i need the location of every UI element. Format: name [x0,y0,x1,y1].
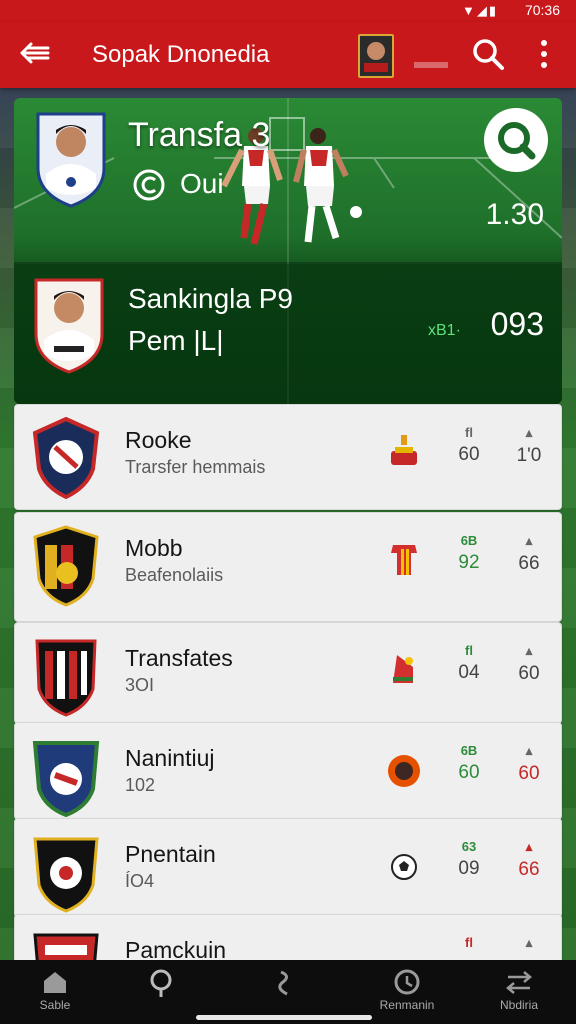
stat-label: ▴ [525,533,533,548]
stat-column-2: ▴ 60 [509,643,549,685]
jersey-icon [391,545,417,575]
stat-label: ▴ [525,425,533,440]
stat-label: fl [465,425,473,440]
clock-icon [394,969,420,995]
club-subtitle: Beafenolaiis [125,565,224,585]
club-crest-icon [33,525,99,607]
stat-value: 04 [458,662,480,683]
player-portrait [34,278,104,374]
nav-item-renmanin[interactable]: Renmanin [362,968,452,1012]
featured-title: Transfa 3 [128,116,271,154]
featured-search-button[interactable] [484,108,548,172]
stat-column-1: fl [447,935,491,950]
nav-label: Nbdiria [499,998,538,1012]
stat-column-2: ▴ 1'0 [509,425,549,467]
club-subtitle: 3ОІ [125,675,155,695]
stat-value: 60 [458,762,480,783]
back-arrow-icon[interactable] [18,36,52,70]
stat-label: 6B [460,743,478,758]
stat-column-2: ▴ 60 [509,743,549,785]
signal-icons: ▼◢▮ [461,3,498,18]
stat-value: 60 [518,763,540,784]
club-crest-icon [32,417,100,499]
club-crest-icon [35,639,97,717]
club-subtitle: ÍO4 [125,871,155,891]
club-crest-icon [33,837,99,913]
trophy-icon [391,435,417,465]
stat-label: fl [465,643,473,658]
home-icon [44,972,66,993]
stat-label: ▴ [525,935,533,950]
nav-item-search[interactable] [116,968,206,1000]
featured-line1: Sankingla P9 [128,283,294,314]
search-icon[interactable] [470,36,506,72]
stat-value: 09 [458,858,480,879]
swap-icon [506,971,532,994]
list-item[interactable]: Pnentain ÍO4 63 09 ▴ 66 [14,818,562,918]
list-item[interactable]: Mobb Beafenolaiis 6B 92 ▴ 66 [14,512,562,622]
featured-transfer-card[interactable]: Transfa 3 Oui 1.30 Sankingla P9 Pem |L| … [14,98,562,404]
club-subtitle: Trarsfer hemmais [125,457,266,477]
stat-label: 63 [461,839,477,854]
stat-column-1: fl 60 [447,425,491,466]
status-bar: ▼◢▮ 70:36 [0,0,576,22]
club-crest-icon [32,741,100,817]
stat-label: ▴ [525,643,533,658]
crest-caption-bar [414,62,448,68]
stat-value: 92 [458,552,480,573]
club-name: Pnentain [125,841,216,867]
stat-column-2: ▴ [509,935,549,951]
player-portrait [36,112,106,208]
stat-column-1: fl 04 [447,643,491,684]
team-crest-icon[interactable] [358,34,394,78]
list-item[interactable]: Nanintiuj 102 6B 60 ▴ 60 [14,722,562,820]
stat-label: ▴ [525,839,533,854]
football-icon [350,206,362,218]
club-name: Transfates [125,645,233,671]
stat-label: ▴ [525,743,533,758]
stat-column-1: 6B 92 [447,533,491,574]
stat-value: 60 [458,444,480,465]
list-item[interactable]: Rooke Trarsfer hemmais fl 60 ▴ 1'0 [14,404,562,510]
club-name: Rooke [125,427,192,453]
app-bar: Sopak Dnonedia [0,22,576,88]
featured-value: 1.30 [485,198,544,231]
stat-value: 60 [518,663,540,684]
stat-value: 66 [518,859,540,880]
search-pin-icon [150,969,172,997]
nav-item-home[interactable]: Sable [10,968,100,1012]
featured-player-name: Sankingla P9 Pem |L| [128,278,293,362]
stat-label: 6B [460,533,478,548]
search-icon [498,122,536,160]
stat-column-2: ▴ 66 [509,533,549,575]
nav-label: Renmanin [379,998,435,1012]
club-name: Mobb [125,535,183,561]
club-subtitle: 102 [125,775,156,795]
stat-value: 66 [518,553,540,574]
stat-value: 1'0 [516,445,542,466]
featured-line2: Pem |L| [128,325,224,356]
stat-column-1: 6B 60 [447,743,491,784]
featured-value-2: 093 [490,306,544,342]
nav-item-nbdiria[interactable]: Nbdiria [474,968,564,1012]
list-item[interactable]: Transfates 3ОІ fl 04 ▴ 60 [14,622,562,724]
nav-item-transfers[interactable] [240,968,330,1000]
home-indicator[interactable] [196,1015,372,1020]
status-time: 70:36 [524,2,560,18]
stat-column-2: ▴ 66 [509,839,549,881]
football-icon [391,854,417,880]
more-options-icon[interactable] [536,38,552,70]
flag-icon [393,655,413,683]
stat-column-1: 63 09 [447,839,491,880]
featured-tag: xB1· [428,322,461,339]
transfer-icon [278,970,288,996]
coin-icon [133,169,165,201]
stat-label: fl [465,935,473,950]
player-figure [293,128,349,243]
app-title: Sopak Dnonedia [92,41,270,68]
featured-subtitle: Oui [180,168,224,199]
badge-icon [388,755,420,787]
nav-label: Sable [39,998,71,1012]
club-name: Nanintiuj [125,745,215,771]
